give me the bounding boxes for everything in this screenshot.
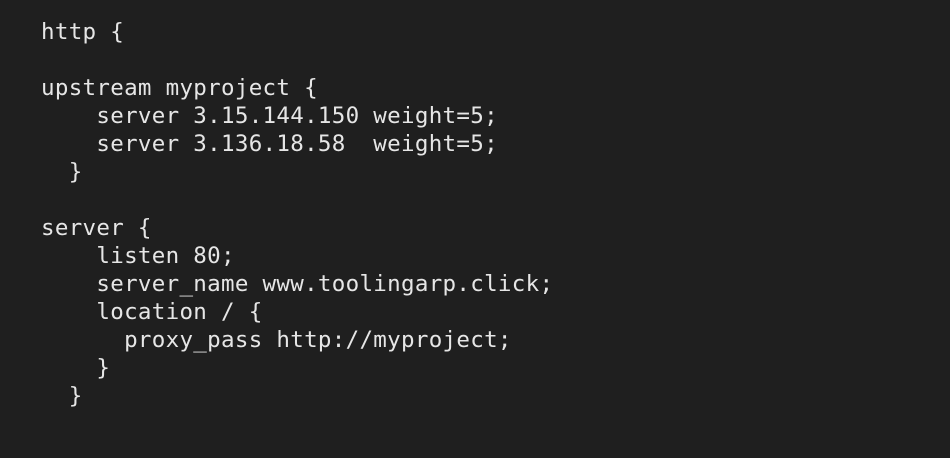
code-line-1: http { — [41, 19, 125, 45]
code-line-11: location / { — [41, 299, 263, 325]
code-line-12: proxy_pass http://myproject; — [41, 327, 512, 353]
code-line-14: } — [41, 383, 83, 409]
code-line-6: } — [41, 159, 83, 185]
code-line-5: server 3.136.18.58 weight=5; — [41, 131, 498, 157]
code-line-4: server 3.15.144.150 weight=5; — [41, 103, 498, 129]
code-editor[interactable]: http { upstream myproject { server 3.15.… — [0, 0, 950, 458]
code-line-9: listen 80; — [41, 243, 235, 269]
code-line-8: server { — [41, 215, 152, 241]
code-block[interactable]: http { upstream myproject { server 3.15.… — [41, 18, 553, 410]
code-line-3: upstream myproject { — [41, 75, 318, 101]
code-line-13: } — [41, 355, 111, 381]
code-line-10: server_name www.toolingarp.click; — [41, 271, 554, 297]
